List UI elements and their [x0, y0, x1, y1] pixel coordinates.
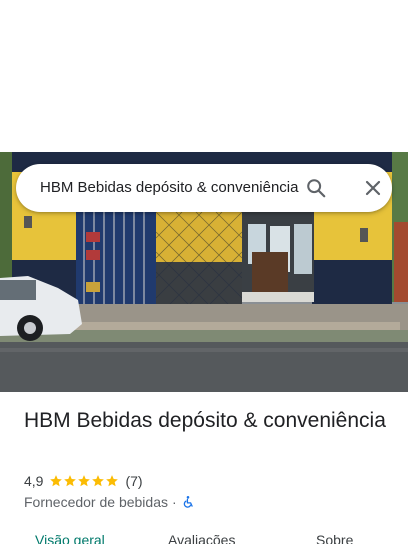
star-icon — [92, 475, 105, 487]
separator-dot: · — [172, 494, 177, 510]
wheelchair-icon — [183, 496, 193, 508]
star-icon — [106, 475, 119, 487]
rating-value: 4,9 — [24, 473, 44, 489]
place-category: Fornecedor de bebidas — [24, 494, 168, 510]
star-icon — [78, 475, 91, 487]
search-icon — [307, 179, 326, 198]
star-icon — [64, 475, 77, 487]
place-tabs: Visão geral Avaliações Sobre — [0, 528, 408, 544]
tab-about[interactable]: Sobre — [316, 532, 353, 544]
search-button[interactable] — [302, 174, 330, 202]
close-icon — [365, 180, 381, 196]
rating-row[interactable]: 4,9 (7) — [24, 471, 143, 491]
category-row: Fornecedor de bebidas · — [24, 492, 195, 512]
tab-overview[interactable]: Visão geral — [35, 532, 105, 544]
tab-reviews[interactable]: Avaliações — [168, 532, 235, 544]
blank-header-area — [0, 0, 408, 152]
review-count[interactable]: (7) — [125, 473, 142, 489]
search-bar[interactable] — [16, 164, 392, 212]
star-rating — [49, 474, 119, 488]
search-input[interactable] — [40, 164, 302, 212]
place-title: HBM Bebidas depósito & conveniência — [24, 409, 386, 432]
clear-search-button[interactable] — [360, 175, 386, 201]
star-icon — [50, 475, 63, 487]
